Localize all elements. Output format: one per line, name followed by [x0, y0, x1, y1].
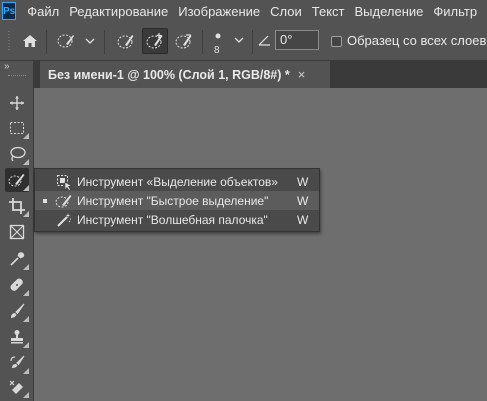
flyout-item-object-selection[interactable]: Инструмент «Выделение объектов» W	[35, 172, 319, 191]
flyout-item-shortcut: W	[297, 212, 309, 227]
magic-wand-icon	[55, 211, 73, 229]
tools-panel: »	[0, 61, 34, 401]
flyout-item-shortcut: W	[297, 193, 309, 208]
menu-filter[interactable]: Фильтр	[428, 4, 482, 19]
move-tool-icon	[10, 96, 24, 110]
collapse-panel-button[interactable]: »	[4, 61, 10, 72]
new-selection-brush-icon	[117, 35, 134, 49]
flyout-item-quick-selection[interactable]: Инструмент "Быстрое выделение" W	[35, 191, 319, 210]
divider	[252, 30, 253, 54]
brush-settings-dropdown[interactable]	[232, 34, 246, 46]
menu-edit[interactable]: Редактирование	[64, 4, 173, 19]
frame-tool-button[interactable]	[5, 220, 29, 244]
divider	[104, 30, 105, 54]
frame-tool-icon	[9, 224, 25, 240]
healing-brush-tool-button[interactable]	[5, 273, 29, 297]
flyout-item-label: Инструмент «Выделение объектов»	[77, 174, 278, 189]
object-selection-icon	[55, 173, 73, 191]
subtract-from-selection-brush-icon	[175, 34, 192, 49]
photoshop-logo[interactable]: Ps	[2, 2, 17, 20]
healing-brush-tool-icon	[10, 278, 23, 291]
add-to-selection-button[interactable]	[142, 28, 168, 54]
selected-bullet-icon	[43, 198, 47, 203]
sample-all-layers-label: Образец со всех слоев	[347, 33, 487, 48]
menu-bar: Ps Файл Редактирование Изображение Слои …	[0, 0, 487, 22]
toolbar-grip[interactable]	[8, 75, 26, 78]
eyedropper-tool-icon	[10, 252, 25, 266]
lasso-tool-button[interactable]	[5, 142, 29, 166]
home-icon	[23, 35, 37, 47]
quick-selection-icon	[55, 192, 73, 210]
divider	[202, 30, 203, 54]
quick-selection-tool-button[interactable]	[5, 168, 29, 192]
menu-type[interactable]: Текст	[307, 4, 350, 19]
brush-preview[interactable]	[211, 29, 225, 43]
brush-tool-button[interactable]	[5, 299, 29, 323]
lasso-tool-icon	[10, 146, 26, 162]
quick-selection-preset-icon	[57, 34, 95, 48]
selection-tools-flyout: Инструмент «Выделение объектов» W Инстру…	[34, 168, 320, 232]
history-brush-tool-icon	[10, 355, 25, 368]
angle-icon	[258, 35, 270, 46]
brush-size-value: 8	[214, 45, 220, 56]
brush-dot-icon	[215, 33, 221, 39]
divider	[46, 30, 47, 54]
menu-select[interactable]: Выделение	[350, 4, 429, 19]
move-tool-button[interactable]	[5, 91, 29, 115]
tool-preset-picker[interactable]	[55, 29, 97, 53]
flyout-item-label: Инструмент "Волшебная палочка"	[77, 212, 268, 227]
document-tab-bar: Без имени-1 @ 100% (Слой 1, RGB/8#) * ×	[34, 61, 487, 88]
home-button[interactable]	[18, 29, 42, 53]
menu-3d[interactable]: 3D	[482, 4, 487, 19]
menu-layers[interactable]: Слои	[265, 4, 307, 19]
sample-all-layers-checkbox[interactable]	[331, 36, 342, 47]
chevron-down-icon	[234, 37, 244, 43]
eyedropper-tool-button[interactable]	[5, 247, 29, 271]
quick-selection-tool-icon	[8, 174, 25, 187]
document-tab-title: Без имени-1 @ 100% (Слой 1, RGB/8#) *	[48, 67, 290, 82]
marquee-tool-icon	[10, 122, 24, 134]
options-bar: 8 0° Образец со всех слоев	[0, 22, 487, 61]
flyout-item-shortcut: W	[297, 174, 309, 189]
eraser-tool-button[interactable]	[5, 375, 29, 399]
add-to-selection-brush-icon	[146, 33, 163, 49]
angle-input[interactable]: 0°	[275, 30, 319, 50]
eraser-tool-icon	[9, 380, 23, 394]
history-brush-tool-button[interactable]	[5, 351, 29, 375]
brush-tool-icon	[11, 303, 25, 318]
close-tab-icon[interactable]: ×	[298, 67, 306, 82]
clone-stamp-tool-button[interactable]	[5, 325, 29, 349]
crop-tool-button[interactable]	[5, 194, 29, 218]
flyout-item-label: Инструмент "Быстрое выделение"	[77, 193, 269, 208]
marquee-tool-button[interactable]	[5, 116, 29, 140]
crop-tool-icon	[9, 198, 25, 214]
subtract-from-selection-button[interactable]	[172, 29, 196, 53]
angle-icon-wrap	[257, 33, 271, 47]
flyout-item-magic-wand[interactable]: Инструмент "Волшебная палочка" W	[35, 210, 319, 229]
new-selection-button[interactable]	[114, 29, 138, 53]
options-grip[interactable]	[2, 29, 16, 53]
document-canvas[interactable]	[34, 88, 487, 401]
menu-image[interactable]: Изображение	[173, 4, 265, 19]
clone-stamp-tool-icon	[11, 330, 23, 344]
menu-file[interactable]: Файл	[22, 4, 64, 19]
grip-icon	[8, 31, 10, 51]
document-tab[interactable]: Без имени-1 @ 100% (Слой 1, RGB/8#) * ×	[40, 61, 330, 88]
